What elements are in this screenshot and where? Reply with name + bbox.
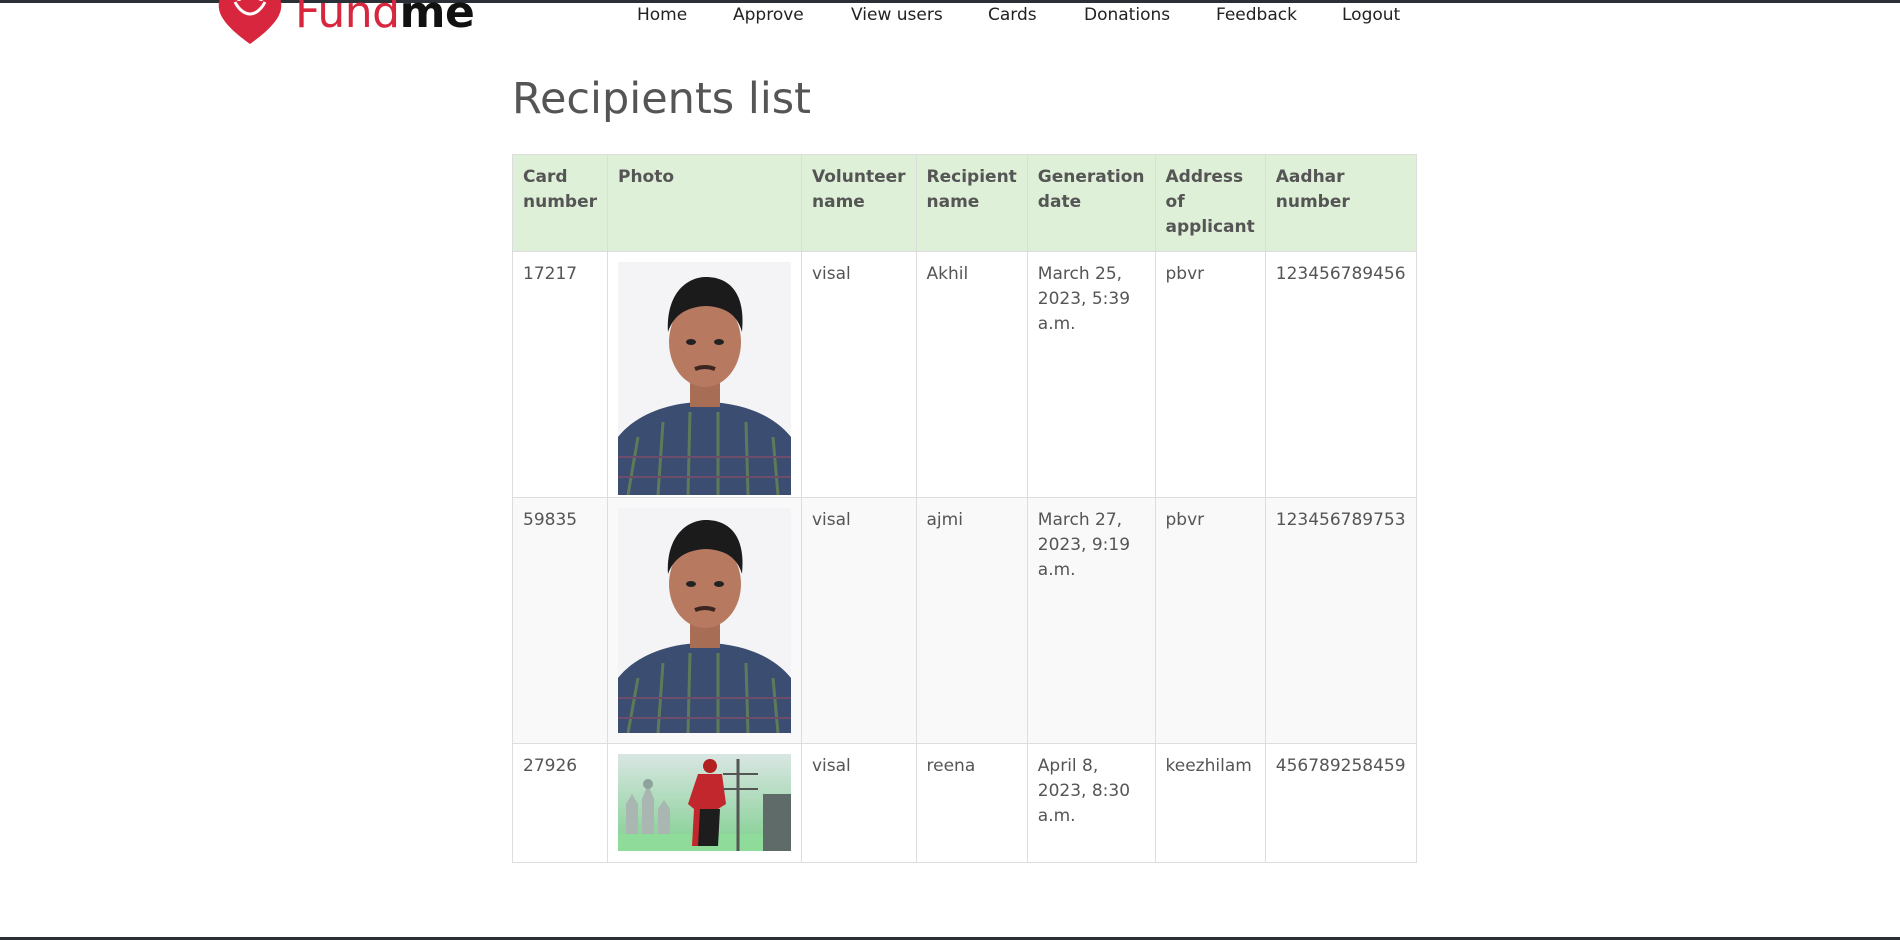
- nav-view-users[interactable]: View users: [851, 5, 943, 25]
- cell-aadhar-number: 456789258459: [1264, 743, 1417, 863]
- brand-me: me: [399, 0, 475, 38]
- logo[interactable]: Fundme: [215, 0, 475, 46]
- col-generation-date: Generation date: [1026, 154, 1156, 252]
- nav-logout[interactable]: Logout: [1342, 5, 1400, 25]
- nav-feedback[interactable]: Feedback: [1216, 5, 1297, 25]
- col-card-number: Card number: [512, 154, 608, 252]
- table-row: 17217 visal Akhil March 25, 2023, 5:39 a…: [512, 251, 1417, 498]
- cell-card-number: 17217: [512, 251, 608, 498]
- page-title: Recipients list: [512, 74, 812, 124]
- cell-card-number: 27926: [512, 743, 608, 863]
- brand-fund: Fund: [295, 0, 400, 38]
- cell-generation-date: April 8, 2023, 8:30 a.m.: [1026, 743, 1156, 863]
- cell-volunteer-name: visal: [801, 743, 917, 863]
- col-address: Address of applicant: [1154, 154, 1266, 252]
- cell-volunteer-name: visal: [801, 251, 917, 498]
- nav-approve[interactable]: Approve: [733, 5, 804, 25]
- recipients-table: Card number Photo Volunteer name Recipie…: [512, 154, 1417, 863]
- cell-volunteer-name: visal: [801, 497, 917, 744]
- cell-address: pbvr: [1154, 251, 1266, 498]
- table-row: 59835 visal ajmi March 27, 2023, 9:19 a.…: [512, 497, 1417, 744]
- col-volunteer-name: Volunteer name: [801, 154, 917, 252]
- cell-aadhar-number: 123456789753: [1264, 497, 1417, 744]
- cell-recipient-name: ajmi: [915, 497, 1028, 744]
- cell-aadhar-number: 123456789456: [1264, 251, 1417, 498]
- cell-recipient-name: Akhil: [915, 251, 1028, 498]
- cell-generation-date: March 27, 2023, 9:19 a.m.: [1026, 497, 1156, 744]
- col-aadhar-number: Aadhar number: [1264, 154, 1417, 252]
- cell-photo: [607, 743, 802, 863]
- cell-photo: [607, 251, 802, 498]
- col-recipient-name: Recipient name: [915, 154, 1028, 252]
- cell-recipient-name: reena: [915, 743, 1028, 863]
- heart-hands-icon: [218, 0, 282, 44]
- table-header-row: Card number Photo Volunteer name Recipie…: [512, 154, 1417, 252]
- nav-home[interactable]: Home: [637, 5, 687, 25]
- table-row: 27926 visal reena April 8, 2023, 8:30 a.…: [512, 743, 1417, 863]
- cell-photo: [607, 497, 802, 744]
- brand-name: Fundme: [295, 0, 475, 38]
- nav-donations[interactable]: Donations: [1084, 5, 1170, 25]
- cell-card-number: 59835: [512, 497, 608, 744]
- nav-cards[interactable]: Cards: [988, 5, 1037, 25]
- recipient-photo: [618, 754, 791, 851]
- col-photo: Photo: [607, 154, 802, 252]
- cell-address: keezhilam: [1154, 743, 1266, 863]
- cell-generation-date: March 25, 2023, 5:39 a.m.: [1026, 251, 1156, 498]
- recipient-photo: [618, 262, 791, 495]
- cell-address: pbvr: [1154, 497, 1266, 744]
- recipient-photo: [618, 508, 791, 733]
